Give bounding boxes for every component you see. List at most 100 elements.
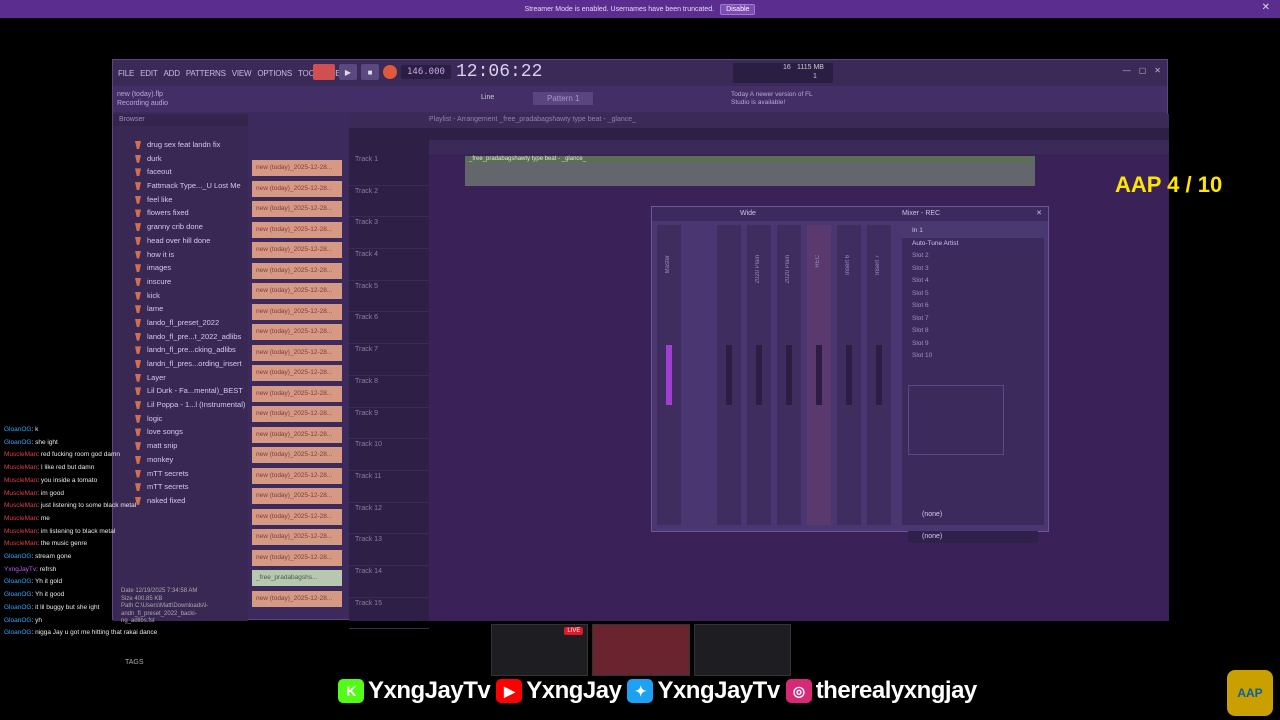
track-header[interactable]: Track 3	[349, 217, 429, 250]
browser-item[interactable]: landn_fl_pre...cking_adlibs	[113, 345, 248, 359]
browser-item[interactable]: granny crib done	[113, 222, 248, 236]
menu-view[interactable]: VIEW	[232, 69, 252, 78]
send-none-2[interactable]: (none)	[908, 531, 1038, 543]
browser-item[interactable]: feel like	[113, 195, 248, 209]
pattern-clip[interactable]: new (today)_2025-12-28...	[252, 508, 342, 525]
pattern-selector[interactable]: Pattern 1	[533, 92, 594, 105]
pattern-clip[interactable]: new (today)_2025-12-28...	[252, 180, 342, 197]
pattern-clip[interactable]: new (today)_2025-12-28...	[252, 283, 342, 299]
minimize-icon[interactable]: —	[1123, 66, 1131, 75]
pattern-clip[interactable]: new (today)_2025-12-28...	[252, 242, 342, 258]
browser-item[interactable]: lame	[113, 304, 248, 318]
pattern-clip[interactable]: new (today)_2025-12-28...	[252, 467, 342, 484]
track-header[interactable]: Track 13	[349, 534, 429, 566]
pattern-clip[interactable]: new (today)_2025-12-28...	[252, 365, 342, 381]
effect-slot[interactable]: Auto-Tune Artist	[902, 238, 1044, 251]
browser-item[interactable]: Lil Durk - Fa...mental)_BEST	[113, 386, 248, 400]
close-icon[interactable]: ✕	[1262, 2, 1270, 13]
pattern-clip[interactable]: new (today)_2025-12-28...	[252, 529, 342, 545]
pattern-clip[interactable]: new (today)_2025-12-28...	[252, 406, 342, 422]
track-header[interactable]: Track 15	[349, 598, 429, 630]
snap-select[interactable]: Line	[481, 94, 494, 101]
browser-item[interactable]: faceout	[113, 167, 248, 181]
browser-item[interactable]: flowers fixed	[113, 208, 248, 222]
disable-button[interactable]: Disable	[720, 3, 756, 15]
pattern-song-toggle[interactable]	[313, 64, 335, 80]
pattern-clip[interactable]: new (today)_2025-12-28...	[252, 201, 342, 217]
pattern-clip[interactable]: new (today)_2025-12-28...	[252, 385, 342, 402]
track-header[interactable]: Track 7	[349, 344, 429, 376]
track-header[interactable]: Track 10	[349, 439, 429, 471]
pattern-clip[interactable]: new (today)_2025-12-28...	[252, 488, 342, 504]
pattern-clip[interactable]: new (today)_2025-12-28...	[252, 549, 342, 566]
menu-add[interactable]: ADD	[164, 69, 181, 78]
browser-item[interactable]: lando_fl_preset_2022	[113, 318, 248, 332]
pattern-clip[interactable]: new (today)_2025-12-28...	[252, 221, 342, 238]
effect-slot[interactable]: Slot 3	[902, 263, 1044, 276]
browser-item[interactable]: kick	[113, 291, 248, 305]
track-header[interactable]: Track 5	[349, 281, 429, 313]
browser-item[interactable]: Lil Poppa - 1...l (Instrumental)	[113, 400, 248, 414]
pattern-clip[interactable]: new (today)_2025-12-28...	[252, 160, 342, 176]
browser-item[interactable]: head over hill done	[113, 236, 248, 250]
mixer-view[interactable]: Wide	[740, 210, 756, 217]
mixer-strip[interactable]: 2020 Plain	[747, 225, 771, 525]
close-icon[interactable]: ✕	[1154, 66, 1161, 75]
track-header[interactable]: Track 4	[349, 249, 429, 281]
track-header[interactable]: Track 12	[349, 503, 429, 535]
effect-slot[interactable]: Slot 10	[902, 350, 1044, 363]
pattern-clip[interactable]: new (today)_2025-12-28...	[252, 303, 342, 320]
track-header[interactable]: Track 2	[349, 186, 429, 218]
record-icon[interactable]	[383, 65, 397, 79]
effect-slot[interactable]: Slot 9	[902, 338, 1044, 351]
browser-item[interactable]: drug sex feat landn fix	[113, 140, 248, 154]
browser-item[interactable]: images	[113, 263, 248, 277]
pattern-clip[interactable]: new (today)_2025-12-28...	[252, 344, 342, 361]
eq-graph[interactable]	[908, 385, 1004, 455]
track-header[interactable]: Track 8	[349, 376, 429, 408]
news-panel[interactable]: Today A newer version of FL Studio is av…	[731, 91, 821, 107]
mixer-strip[interactable]: 2020 Plain	[777, 225, 801, 525]
mixer-strip[interactable]: REC	[807, 225, 831, 525]
track-header[interactable]: Track 9	[349, 408, 429, 440]
effect-slot[interactable]: Slot 4	[902, 275, 1044, 288]
pattern-clip[interactable]: new (today)_2025-12-28...	[252, 324, 342, 340]
track-header[interactable]: Track 11	[349, 471, 429, 503]
effect-slot[interactable]: Slot 6	[902, 300, 1044, 313]
send-none-1[interactable]: (none)	[908, 509, 1038, 521]
pattern-clip[interactable]: new (today)_2025-12-28...	[252, 262, 342, 279]
effect-slot[interactable]: Slot 2	[902, 250, 1044, 263]
effect-slot[interactable]: Slot 7	[902, 313, 1044, 326]
play-icon[interactable]: ▶	[339, 64, 357, 80]
effect-slot[interactable]: Slot 5	[902, 288, 1044, 301]
browser-item[interactable]: durk	[113, 154, 248, 168]
tempo-display[interactable]: 146.000	[401, 65, 451, 79]
maximize-icon[interactable]: ▢	[1139, 66, 1147, 75]
browser-item[interactable]: how it is	[113, 250, 248, 264]
browser-item[interactable]: inscure	[113, 277, 248, 291]
mixer-strip[interactable]: Master	[657, 225, 681, 525]
pattern-clip[interactable]: new (today)_2025-12-28...	[252, 447, 342, 463]
input-select[interactable]: In 1	[902, 225, 1044, 238]
effect-slot[interactable]: Slot 8	[902, 325, 1044, 338]
stop-icon[interactable]: ■	[361, 64, 379, 80]
browser-item[interactable]: landn_fl_pres...ording_insert	[113, 359, 248, 373]
menu-options[interactable]: OPTIONS	[257, 69, 292, 78]
browser-item[interactable]: lando_fl_pre...t_2022_adlibs	[113, 332, 248, 346]
mixer-strip[interactable]: Insert 7	[867, 225, 891, 525]
menu-file[interactable]: FILE	[118, 69, 134, 78]
mixer-strip[interactable]	[717, 225, 741, 525]
menu-patterns[interactable]: PATTERNS	[186, 69, 226, 78]
menu-edit[interactable]: EDIT	[140, 69, 158, 78]
pattern-clip[interactable]: _free_pradabagshs...	[252, 570, 342, 586]
pattern-clip[interactable]: new (today)_2025-12-28...	[252, 426, 342, 443]
track-header[interactable]: Track 14	[349, 566, 429, 598]
pattern-clip[interactable]: new (today)_2025-12-28...	[252, 590, 342, 607]
browser-item[interactable]: Fattmack Type..._U Lost Me	[113, 181, 248, 195]
track-header[interactable]: Track 6	[349, 312, 429, 345]
close-icon[interactable]: ✕	[1036, 209, 1042, 217]
timeline-ruler[interactable]	[429, 140, 1169, 154]
browser-item[interactable]: Layer	[113, 373, 248, 387]
track-header[interactable]: Track 1	[349, 154, 429, 186]
mixer-strip[interactable]: Insert 6	[837, 225, 861, 525]
